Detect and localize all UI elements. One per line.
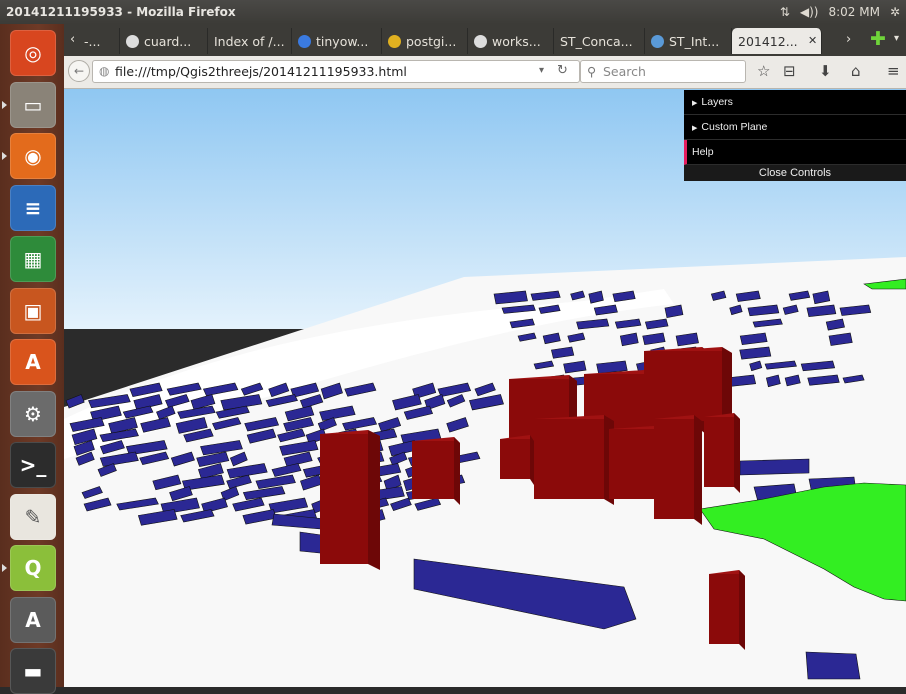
search-icon: ⚲ (587, 64, 597, 79)
triangle-right-icon: ▶ (692, 125, 698, 132)
search-bar[interactable]: ⚲ Search (580, 60, 746, 83)
running-indicator (2, 564, 7, 572)
triangle-right-icon: ▶ (692, 100, 698, 107)
tab-strip: ‹ -... cuard... Index of /... tinyow... post… (64, 24, 906, 56)
controls-panel: ▶ Layers ▶ Custom Plane Help Close Control… (684, 90, 906, 181)
tab-label: ST_Conca... (560, 33, 633, 49)
home-icon[interactable]: ⌂ (851, 62, 861, 80)
tab-label: 201412... (738, 33, 798, 49)
back-button[interactable]: ← (68, 60, 90, 82)
help-button[interactable]: Help (684, 140, 906, 165)
reload-icon[interactable]: ↻ (557, 63, 568, 78)
launcher-disk-icon[interactable]: ▬ (10, 648, 56, 694)
flat-building (805, 651, 861, 680)
browser-tab[interactable]: tinyow... (292, 28, 382, 54)
running-indicator (2, 100, 7, 109)
browser-tab[interactable]: ST_Conca... (554, 28, 645, 54)
help-label: Help (692, 146, 714, 158)
globe-icon (651, 34, 664, 48)
launcher-writer-icon[interactable]: ≡ (10, 184, 56, 231)
layers-folder[interactable]: ▶ Layers (684, 90, 906, 115)
tab-label: ST_Int... (669, 33, 720, 49)
browser-tab[interactable]: -... (78, 28, 120, 54)
tall-building (412, 437, 460, 505)
launcher-update-manager-icon[interactable]: A (10, 596, 56, 643)
tall-building (654, 415, 702, 525)
tab-scroll-left-icon[interactable]: ‹ (70, 32, 75, 47)
gear-icon[interactable]: ✲ (890, 5, 900, 19)
browser-tab[interactable]: cuard... (120, 28, 208, 54)
layers-label: Layers (701, 96, 733, 108)
menu-icon[interactable]: ≡ (887, 62, 900, 80)
custom-plane-folder[interactable]: ▶ Custom Plane (684, 115, 906, 140)
webgl-viewport[interactable]: ▶ Layers ▶ Custom Plane Help Close Control… (64, 89, 906, 687)
launcher-system-settings-icon[interactable]: ⚙ (10, 390, 56, 437)
network-icon[interactable]: ⇅ (780, 5, 790, 19)
url-history-dropdown-icon[interactable]: ▾ (539, 65, 544, 76)
tall-building (500, 435, 534, 485)
flat-building (739, 458, 810, 476)
tab-list-icon[interactable]: ▾ (894, 33, 899, 44)
tall-building (534, 415, 614, 505)
reading-list-icon[interactable]: ⊟ (783, 62, 796, 80)
launcher-terminal-icon[interactable]: >_ (10, 442, 56, 488)
github-icon (474, 34, 487, 48)
site-identity-icon[interactable]: ◍ (99, 64, 109, 78)
url-text: file:///tmp/Qgis2threejs/20141211195933.… (115, 64, 407, 79)
tab-label: cuard... (144, 33, 192, 49)
tab-scroll-right-icon[interactable]: › (846, 32, 851, 47)
window-title-bar: 20141211195933 - Mozilla Firefox ⇅ ◀)) 8… (0, 0, 906, 24)
close-controls-button[interactable]: Close Controls (684, 165, 906, 181)
window-title: 20141211195933 - Mozilla Firefox (6, 5, 236, 19)
browser-tab[interactable]: Index of /... (208, 28, 292, 54)
launcher-impress-icon[interactable]: ▣ (10, 287, 56, 334)
search-placeholder: Search (603, 64, 646, 79)
launcher-qgis-icon[interactable]: Q (10, 545, 56, 591)
close-tab-icon[interactable]: ✕ (808, 34, 817, 47)
browser-tab[interactable]: works... (468, 28, 554, 54)
tab-label: -... (84, 33, 101, 49)
indicator-area: ⇅ ◀)) 8:02 MM ✲ (780, 5, 900, 19)
tab-label: postgi... (406, 33, 457, 49)
github-icon (126, 34, 139, 48)
launcher-calc-icon[interactable]: ▦ (10, 236, 56, 282)
tall-building (704, 413, 740, 493)
new-tab-icon[interactable]: ✚ (870, 28, 886, 50)
running-indicator (2, 152, 7, 160)
custom-plane-label: Custom Plane (701, 121, 768, 133)
navigation-toolbar: ← ◍ file:///tmp/Qgis2threejs/20141211195… (64, 56, 906, 89)
volume-icon[interactable]: ◀)) (800, 5, 819, 19)
clock[interactable]: 8:02 MM (828, 5, 879, 19)
launcher: ◎ ▭ ◉ ≡ ▦ ▣ A ⚙ >_ ✎ Q A ▬ (0, 24, 64, 694)
chrome-icon (388, 34, 401, 48)
launcher-files-icon[interactable]: ▭ (10, 81, 56, 128)
tab-label: tinyow... (316, 33, 369, 49)
bookmark-star-icon[interactable]: ☆ (757, 62, 770, 80)
browser-tab[interactable]: ST_Int... (645, 28, 732, 54)
launcher-text-editor-icon[interactable]: ✎ (10, 493, 56, 540)
url-bar[interactable]: ◍ file:///tmp/Qgis2threejs/2014121119593… (92, 60, 580, 83)
tab-label: works... (492, 33, 541, 49)
tall-building (320, 430, 380, 570)
google-icon (298, 34, 311, 48)
browser-tab[interactable]: postgi... (382, 28, 468, 54)
launcher-firefox-icon[interactable]: ◉ (10, 133, 56, 179)
tall-building (709, 570, 745, 650)
download-icon[interactable]: ⬇ (819, 62, 832, 80)
tab-label: Index of /... (214, 33, 285, 49)
launcher-ubuntu-dash-icon[interactable]: ◎ (10, 30, 56, 76)
launcher-software-center-icon[interactable]: A (10, 339, 56, 385)
